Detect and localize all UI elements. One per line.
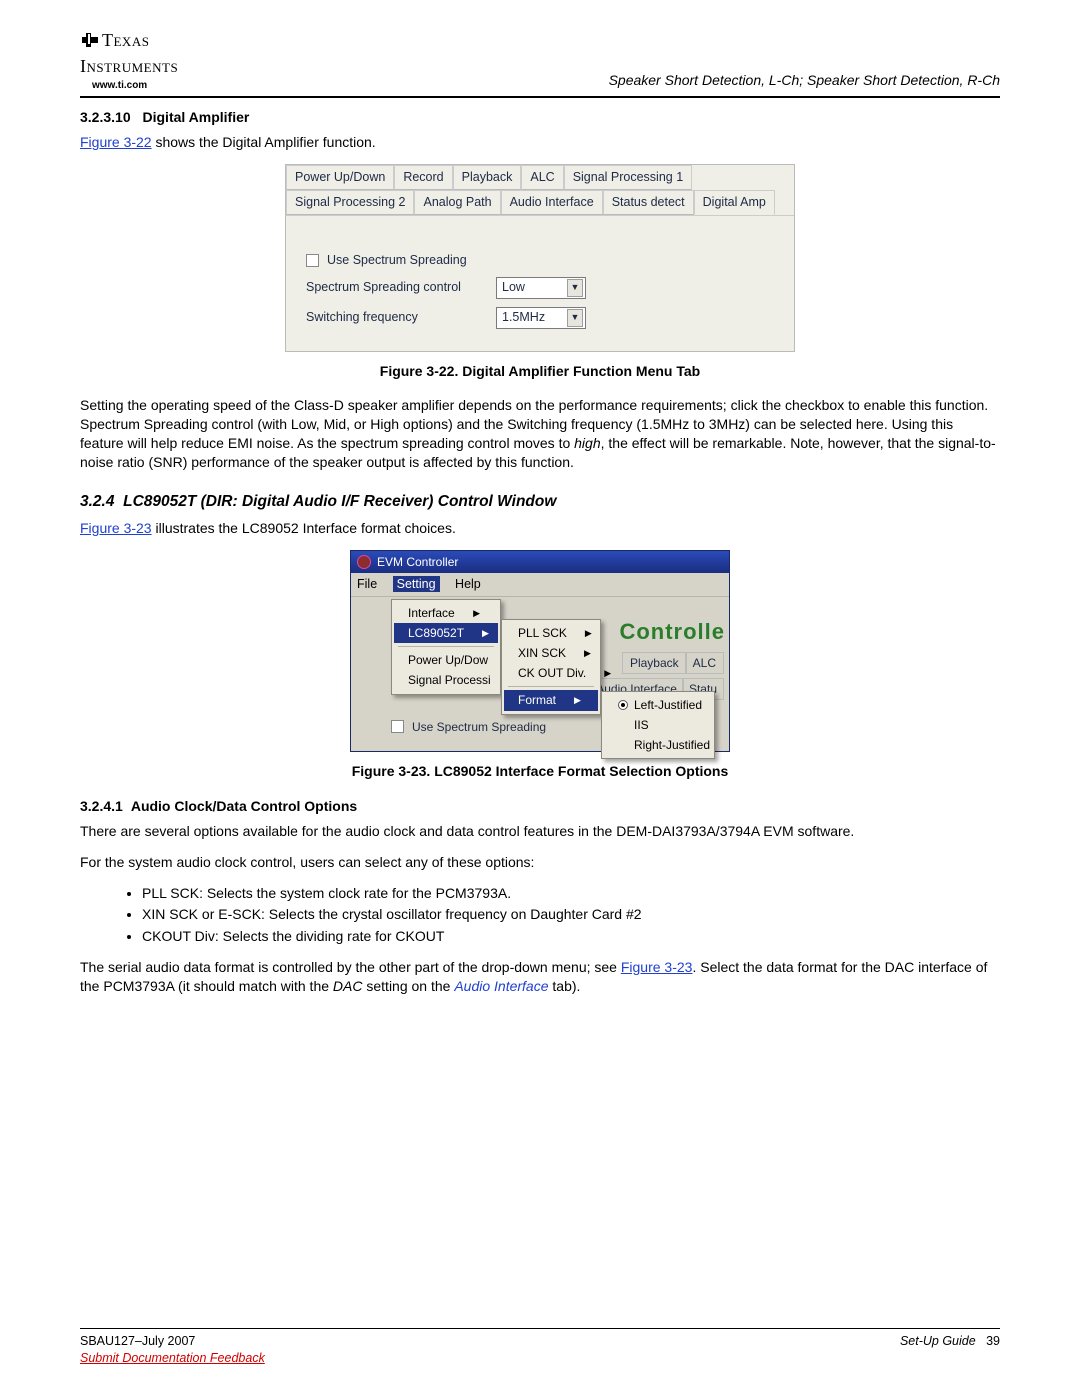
figure-3-22-caption: Figure 3-22. Digital Amplifier Function …: [80, 362, 1000, 381]
spectrum-spreading-label: Use Spectrum Spreading: [327, 252, 467, 269]
bg-logo-text: Controlle: [619, 617, 725, 647]
bg-tabs-row1: PlaybackALC: [623, 652, 723, 674]
list-item: PLL SCK: Selects the system clock rate f…: [142, 884, 1000, 903]
link-figure-3-23-b[interactable]: Figure 3-23: [621, 959, 693, 975]
figure-3-22: Power Up/Down Record Playback ALC Signal…: [285, 164, 795, 352]
logo-url[interactable]: www.ti.com: [92, 79, 147, 93]
format-submenu: Left-Justified IIS Right-Justified: [601, 691, 715, 760]
para-3241-b: For the system audio clock control, user…: [80, 853, 1000, 872]
figure-3-23: EVM Controller File Setting Help Control…: [350, 550, 730, 752]
logo-line1: Texas: [102, 30, 149, 50]
link-figure-3-22[interactable]: Figure 3-22: [80, 134, 152, 150]
list-item: XIN SCK or E-SCK: Selects the crystal os…: [142, 905, 1000, 924]
intro-fig23: Figure 3-23 illustrates the LC89052 Inte…: [80, 519, 1000, 538]
tab-analog[interactable]: Analog Path: [414, 190, 500, 215]
tab-sp1[interactable]: Signal Processing 1: [564, 165, 692, 190]
format-right-justified[interactable]: Right-Justified: [604, 735, 712, 755]
spreading-control-label: Spectrum Spreading control: [306, 279, 496, 296]
header-section-path: Speaker Short Detection, L-Ch; Speaker S…: [609, 71, 1000, 90]
header-rule: [80, 96, 1000, 98]
menu-file[interactable]: File: [357, 577, 377, 591]
submenu-format[interactable]: Format: [504, 690, 598, 710]
tab-audio-if[interactable]: Audio Interface: [501, 190, 603, 215]
tab-status[interactable]: Status detect: [603, 190, 694, 215]
chevron-down-icon[interactable]: ▼: [567, 279, 583, 297]
figure-3-23-caption: Figure 3-23. LC89052 Interface Format Se…: [80, 762, 1000, 781]
ti-logo: Texas Instruments www.ti.com: [80, 28, 178, 92]
tab-record[interactable]: Record: [394, 165, 452, 190]
page-header: Texas Instruments www.ti.com Speaker Sho…: [80, 28, 1000, 92]
menubar: File Setting Help: [351, 573, 729, 597]
tab-row-2: Signal Processing 2 Analog Path Audio In…: [286, 190, 794, 215]
tab-sp2[interactable]: Signal Processing 2: [286, 190, 414, 215]
section-3-2-3-10-heading: 3.2.3.10 Digital Amplifier: [80, 108, 1000, 127]
bg-item-power: Power Up/Dow: [394, 650, 498, 670]
page-footer: SBAU127–July 2007 Submit Documentation F…: [80, 1333, 1000, 1367]
list-item: CKOUT Div: Selects the dividing rate for…: [142, 927, 1000, 946]
app-icon: [357, 555, 371, 569]
switching-freq-select[interactable]: 1.5MHz ▼: [496, 307, 586, 329]
spreading-control-select[interactable]: Low ▼: [496, 277, 586, 299]
menu-help[interactable]: Help: [455, 577, 481, 591]
tab-row-1: Power Up/Down Record Playback ALC Signal…: [286, 165, 794, 190]
switching-freq-label: Switching frequency: [306, 309, 496, 326]
clock-options-list: PLL SCK: Selects the system clock rate f…: [142, 884, 1000, 947]
submenu-pll-sck[interactable]: PLL SCK: [504, 623, 598, 643]
tab-playback[interactable]: Playback: [453, 165, 522, 190]
link-figure-3-23[interactable]: Figure 3-23: [80, 520, 152, 536]
link-audio-interface[interactable]: Audio Interface: [454, 978, 548, 994]
logo-line2: Instruments: [80, 56, 178, 76]
window-title: EVM Controller: [377, 554, 458, 570]
format-left-justified[interactable]: Left-Justified: [604, 695, 712, 715]
ti-chip-icon: [80, 30, 100, 54]
menu-item-interface[interactable]: Interface: [394, 603, 498, 623]
tab-power[interactable]: Power Up/Down: [286, 165, 394, 190]
spectrum-spreading-checkbox[interactable]: [306, 254, 319, 267]
menu-item-lc89052t[interactable]: LC89052T: [394, 623, 498, 643]
footer-rule: [80, 1328, 1000, 1329]
doc-id: SBAU127: [80, 1334, 135, 1348]
chevron-down-icon[interactable]: ▼: [567, 309, 583, 327]
tab-digital-amp[interactable]: Digital Amp: [694, 190, 775, 215]
format-iis[interactable]: IIS: [604, 715, 712, 735]
page-number: 39: [986, 1334, 1000, 1348]
doc-date: July 2007: [142, 1334, 196, 1348]
guide-title: Set-Up Guide: [900, 1334, 976, 1348]
submenu-ckout-div[interactable]: CK OUT Div.: [504, 663, 598, 683]
para-after-fig22: Setting the operating speed of the Class…: [80, 396, 1000, 472]
menu-setting[interactable]: Setting: [393, 576, 440, 592]
section-3-2-4-heading: 3.2.4 LC89052T (DIR: Digital Audio I/F R…: [80, 492, 1000, 513]
setting-dropdown: Interface LC89052T Power Up/Dow Signal P…: [391, 599, 501, 695]
submenu-xin-sck[interactable]: XIN SCK: [504, 643, 598, 663]
bg-item-sigproc: Signal Processi: [394, 670, 498, 690]
tab-alc[interactable]: ALC: [521, 165, 563, 190]
para-3241-c: The serial audio data format is controll…: [80, 958, 1000, 996]
bg-spectrum-checkbox[interactable]: [391, 720, 404, 733]
intro-fig22: Figure 3-22 shows the Digital Amplifier …: [80, 133, 1000, 152]
lc89052t-submenu: PLL SCK XIN SCK CK OUT Div. Format: [501, 619, 601, 715]
para-3241-a: There are several options available for …: [80, 822, 1000, 841]
section-3-2-4-1-heading: 3.2.4.1Audio Clock/Data Control Options: [80, 797, 1000, 816]
link-submit-feedback[interactable]: Submit Documentation Feedback: [80, 1351, 265, 1365]
window-titlebar[interactable]: EVM Controller: [351, 551, 729, 573]
